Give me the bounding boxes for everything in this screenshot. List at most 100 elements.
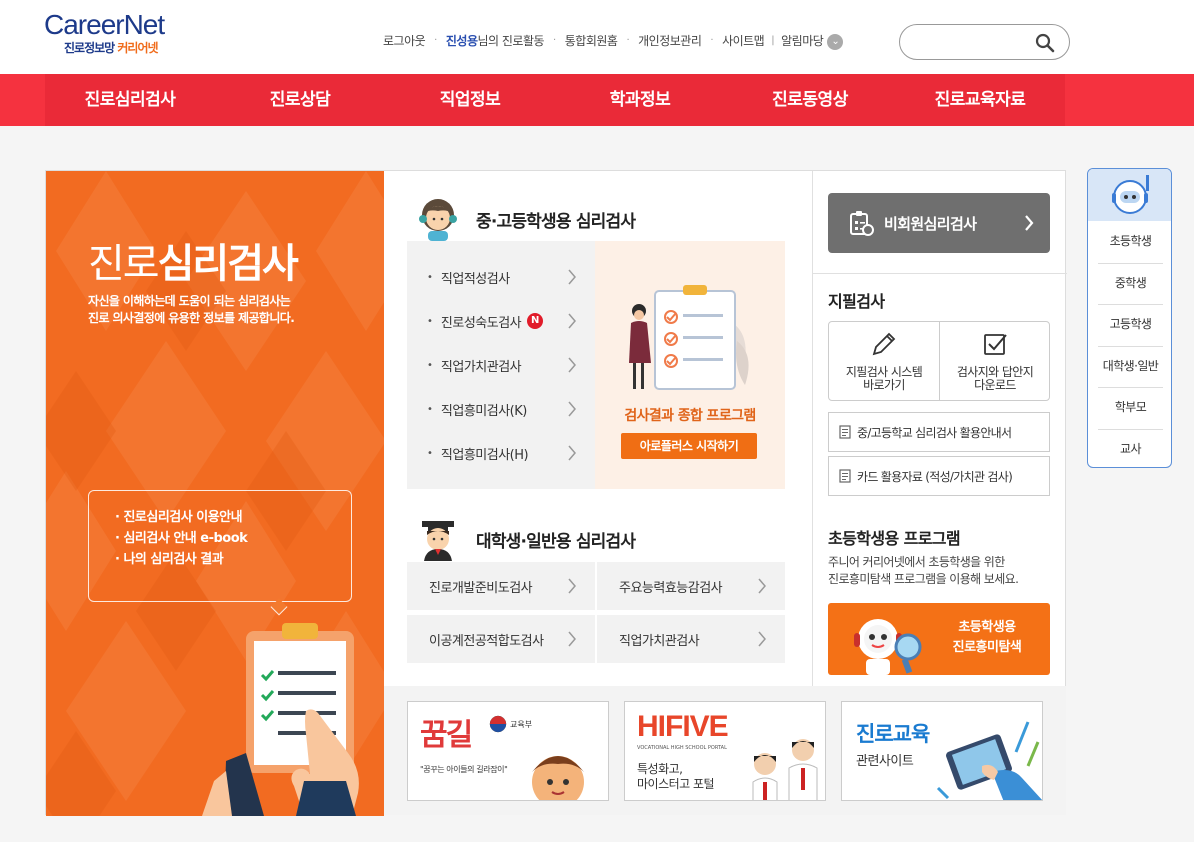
paper-1-line-2: 바로가기 (863, 378, 905, 392)
quick-parents[interactable]: 학부모 (1088, 387, 1171, 429)
clipboard-check-icon (850, 211, 874, 236)
graduate-icon (422, 521, 454, 561)
test-career-development-readiness[interactable]: 진로개발준비도검사 (407, 562, 595, 610)
ministry-label: 교육부 (510, 720, 533, 729)
secondary-test-guide-doc[interactable]: 중/고등학교 심리검사 활용안내서 (828, 412, 1050, 452)
sitemap-link[interactable]: 사이트맵 (722, 32, 765, 49)
checkbox-icon (984, 334, 1007, 355)
clipboard-hand-illustration (202, 623, 359, 816)
paper-test-system-link[interactable]: 지필검사 시스템 바로가기 (829, 322, 939, 400)
chevron-right-icon (1025, 215, 1034, 231)
elementary-interest-button[interactable]: 초등학생용 진로흥미탐색 (828, 603, 1050, 675)
kkumgil-tagline: "꿈꾸는 아이들의 길라잡이" (420, 765, 508, 774)
elem-desc-line-2: 진로흥미탐색 프로그램을 이용해 보세요. (828, 572, 1019, 586)
notice-link[interactable]: 알림마당 ⌄ (781, 32, 844, 50)
test-stem-major-fit[interactable]: 이공계전공적합도검사 (407, 615, 595, 663)
user-name: 진성용 (445, 34, 478, 49)
quick-high-school[interactable]: 고등학생 (1088, 304, 1171, 346)
elem-btn-line-2: 진로흥미탐색 (952, 640, 1022, 655)
card-material-doc[interactable]: 카드 활용자료 (적성/가치관 검사) (828, 456, 1050, 496)
link-my-test-results[interactable]: · 나의 심리검사 결과 (115, 549, 247, 570)
link-test-ebook[interactable]: · 심리검사 안내 e-book (115, 528, 248, 549)
nav-career-edu-material[interactable]: 진로교육자료 (895, 74, 1065, 126)
bullet: • (427, 271, 433, 283)
nav-job-info[interactable]: 직업정보 (385, 74, 555, 126)
notice-label: 알림마당 (781, 34, 824, 48)
test-label: 직업적성검사 (440, 271, 510, 287)
separator-dot: · (434, 35, 437, 47)
career-edu-title: 진로교육 (856, 722, 930, 746)
main-navigation-inner: 진로심리검사 진로상담 직업정보 학과정보 진로동영상 진로교육자료 (45, 74, 1065, 126)
test-label: 이공계전공적합도검사 (429, 633, 544, 649)
personal-info-link[interactable]: 개인정보관리 (638, 32, 702, 49)
hero-panel: 진로심리검사 자신을 이해하는데 도움이 되는 심리검사는 진로 의사결정에 유… (46, 171, 384, 816)
kkumgil-title: 꿈길 (420, 718, 473, 753)
test-job-interest-h[interactable]: • 직업흥미검사(H) (407, 431, 595, 475)
nonmember-label: 비회원심리검사 (884, 214, 977, 233)
header: CareerNet 진로정보망 커리어넷 로그아웃 · 진성용님의 진로활동 ·… (0, 0, 1194, 74)
middle-section: 중·고등학생용 심리검사 • 직업적성검사 • 진로성숙도검사 N • 직업가치… (384, 171, 812, 686)
integrated-member-link[interactable]: 통합회원홈 (565, 32, 618, 49)
hero-desc-line-1: 자신을 이해하는데 도움이 되는 심리검사는 (88, 294, 291, 308)
paper-test-title: 지필검사 (828, 292, 885, 311)
test-aptitude[interactable]: • 직업적성검사 (407, 255, 595, 299)
test-job-values[interactable]: • 직업가치관검사 (407, 343, 595, 387)
aroplus-start-button[interactable]: 아로플러스 시작하기 (621, 433, 757, 459)
chevron-right-icon (568, 445, 576, 461)
link-test-guide[interactable]: · 진로심리검사 이용안내 (115, 507, 247, 528)
hero-link-bubble: · 진로심리검사 이용안내 · 심리검사 안내 e-book · 나의 심리검사… (88, 490, 352, 616)
elementary-program-title: 초등학생용 프로그램 (828, 529, 961, 548)
secondary-section-title: 중·고등학생용 심리검사 (476, 211, 636, 232)
test-label: 직업가치관검사 (619, 633, 700, 649)
nav-career-counseling[interactable]: 진로상담 (215, 74, 385, 126)
banner-strip: 꿈길 교육부 "꿈꾸는 아이들의 길라잡이" HIFIVE VOCATIONAL… (384, 686, 1066, 815)
logo-subtitle: 진로정보망 커리어넷 (64, 40, 184, 56)
nav-career-video[interactable]: 진로동영상 (725, 74, 895, 126)
secondary-section-header: 중·고등학생용 심리검사 (418, 197, 636, 241)
hero-title: 진로심리검사 (88, 231, 299, 289)
search-icon[interactable] (1035, 33, 1055, 53)
test-career-maturity[interactable]: • 진로성숙도검사 N (407, 299, 595, 343)
hifive-sub-line-2: 마이스터고 포털 (637, 777, 715, 791)
hero-desc-line-2: 진로 의사결정에 유용한 정보를 제공합니다. (88, 311, 295, 325)
main-navigation: 진로심리검사 진로상담 직업정보 학과정보 진로동영상 진로교육자료 (0, 74, 1194, 126)
banner-kkumgil[interactable]: 꿈길 교육부 "꿈꾸는 아이들의 길라잡이" (407, 701, 609, 801)
separator-bar: | (771, 35, 775, 47)
chevron-right-icon (568, 401, 576, 417)
elementary-program-desc: 주니어 커리어넷에서 초등학생을 위한 진로흥미탐색 프로그램을 이용해 보세요… (828, 554, 1019, 588)
answer-sheet-download-link[interactable]: 검사지와 답안지 다운로드 (939, 322, 1049, 400)
elem-button-text: 초등학생용 진로흥미탐색 (932, 618, 1042, 658)
bullet: • (427, 315, 433, 327)
test-adult-job-values[interactable]: 직업가치관검사 (597, 615, 785, 663)
test-core-competency-efficacy[interactable]: 주요능력효능감검사 (597, 562, 785, 610)
document-icon (839, 425, 851, 439)
elem-desc-line-1: 주니어 커리어넷에서 초등학생을 위한 (828, 555, 1005, 569)
quick-elementary[interactable]: 초등학생 (1088, 221, 1171, 263)
banner-career-edu-sites[interactable]: 진로교육 관련사이트 (841, 701, 1043, 801)
hifive-portal-label: VOCATIONAL HIGH SCHOOL PORTAL (637, 745, 727, 751)
quick-university-general[interactable]: 대학생·일반 (1088, 345, 1171, 388)
hifive-title: HIFIVE (637, 710, 729, 743)
quick-teachers[interactable]: 교사 (1088, 428, 1171, 468)
nav-major-info[interactable]: 학과정보 (555, 74, 725, 126)
user-suffix: 님의 진로활동 (477, 34, 545, 49)
my-career-activity-link[interactable]: 진성용님의 진로활동 (445, 32, 545, 49)
separator-dot: · (626, 35, 630, 47)
hifive-sub-line-1: 특성화고, (637, 762, 683, 776)
adult-section-header: 대학생·일반용 심리검사 (418, 517, 636, 561)
quick-middle-school[interactable]: 중학생 (1088, 262, 1171, 305)
nonmember-test-button[interactable]: 비회원심리검사 (828, 193, 1050, 253)
test-job-interest-k[interactable]: • 직업흥미검사(K) (407, 387, 595, 431)
chevron-right-icon (758, 578, 766, 594)
nav-career-psych-test[interactable]: 진로심리검사 (45, 74, 215, 126)
paper-2-line-2: 다운로드 (974, 378, 1016, 392)
robot-mascot-icon (1112, 175, 1149, 214)
logout-link[interactable]: 로그아웃 (383, 32, 426, 49)
banner-hifive[interactable]: HIFIVE VOCATIONAL HIGH SCHOOL PORTAL 특성화… (624, 701, 826, 801)
careernet-logo[interactable]: CareerNet 진로정보망 커리어넷 (44, 10, 184, 62)
new-badge: N (527, 313, 544, 329)
career-edu-subtitle: 관련사이트 (856, 754, 914, 769)
utility-nav: 로그아웃 · 진성용님의 진로활동 · 통합회원홈 · 개인정보관리 · 사이트… (383, 32, 844, 50)
search-input[interactable] (914, 33, 1034, 53)
chevron-right-icon (568, 269, 576, 285)
